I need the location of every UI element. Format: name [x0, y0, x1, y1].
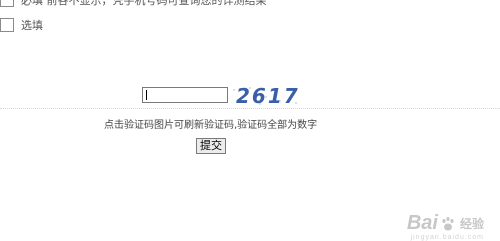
watermark-url: jingyan.baidu.com: [410, 234, 484, 241]
required-option-row: 必填 前各不显示，凭手机号码可查询您的详测结果: [0, 0, 267, 8]
watermark-brand-right: 经验: [459, 217, 484, 231]
captcha-input[interactable]: [142, 87, 228, 103]
divider: [0, 108, 500, 109]
optional-checkbox[interactable]: [0, 18, 14, 32]
required-checkbox[interactable]: [0, 0, 14, 7]
captcha-hint: 点击验证码图片可刷新验证码,验证码全部为数字: [104, 120, 318, 131]
baidu-jingyan-watermark: Bai 经验: [407, 212, 484, 235]
text-cursor: [146, 90, 147, 100]
watermark-brand-left: Bai: [406, 212, 438, 234]
paw-icon: [442, 216, 454, 230]
captcha-image[interactable]: 2617: [230, 85, 302, 107]
submit-button[interactable]: 提交: [196, 138, 226, 154]
optional-label: 选填: [21, 19, 43, 32]
optional-option-row: 选填: [0, 17, 43, 33]
captcha-code: 2617: [236, 85, 300, 107]
required-label: 必填 前各不显示，凭手机号码可查询您的详测结果: [21, 0, 267, 7]
